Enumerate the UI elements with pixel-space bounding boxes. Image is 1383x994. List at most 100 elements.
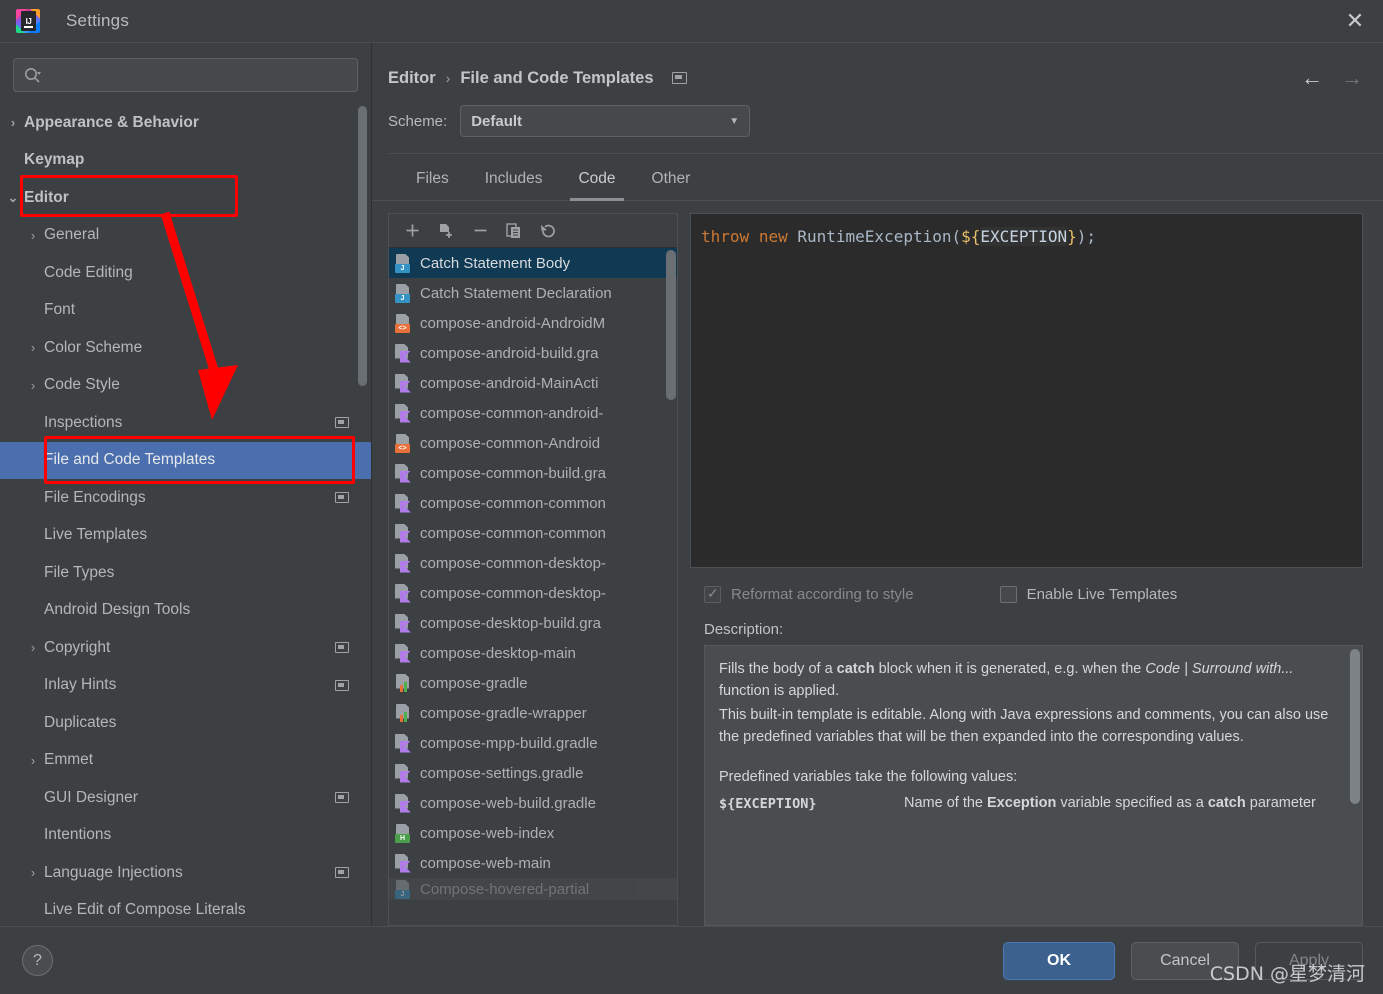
cancel-button[interactable]: Cancel xyxy=(1131,941,1239,980)
sidebar-item-android-design-tools[interactable]: ›Android Design Tools xyxy=(0,592,371,630)
description-panel[interactable]: Fills the body of a catch block when it … xyxy=(704,645,1363,926)
sidebar-item-emmet[interactable]: › Emmet xyxy=(0,742,371,780)
chevron-right-icon[interactable]: › xyxy=(22,753,44,768)
tab-other[interactable]: Other xyxy=(634,156,709,200)
template-list-item[interactable]: compose-android-build.gra xyxy=(389,338,677,368)
template-list-item-label: compose-web-main xyxy=(420,854,551,872)
template-list-panel: J Catch Statement Body J Catch Statement De… xyxy=(388,213,678,926)
template-list-item[interactable]: J Catch Statement Declaration xyxy=(389,278,677,308)
reformat-checkbox[interactable]: Reformat according to style xyxy=(704,585,914,603)
sidebar-item-font[interactable]: ›Font xyxy=(0,292,371,330)
tab-code[interactable]: Code xyxy=(560,156,633,201)
kt-file-icon xyxy=(394,463,412,483)
template-list-item[interactable]: compose-android-MainActi xyxy=(389,368,677,398)
template-list-scrollbar[interactable] xyxy=(666,250,676,400)
template-list-item[interactable]: compose-web-build.gradle xyxy=(389,788,677,818)
template-list[interactable]: J Catch Statement Body J Catch Statement De… xyxy=(389,248,677,925)
project-scope-icon xyxy=(335,867,349,879)
template-list-item[interactable]: <> compose-android-AndroidM xyxy=(389,308,677,338)
template-list-item[interactable]: compose-common-common xyxy=(389,488,677,518)
arrow-right-icon[interactable]: → xyxy=(1341,65,1363,91)
sidebar-item-intentions[interactable]: ›Intentions xyxy=(0,817,371,855)
sidebar-item-label: File Encodings xyxy=(44,488,146,506)
intellij-idea-logo-icon: IJ xyxy=(14,7,42,35)
settings-tree[interactable]: ›Appearance & Behavior›Keymap⌄Editor›Gen… xyxy=(0,102,371,926)
sidebar-item-live-edit-of-compose-literals[interactable]: ›Live Edit of Compose Literals xyxy=(0,892,371,927)
scheme-dropdown[interactable]: Default ▼ xyxy=(460,105,751,137)
help-button[interactable]: ? xyxy=(22,945,53,976)
sidebar-item-file-encodings[interactable]: ›File Encodings xyxy=(0,479,371,517)
code-token-kw: new xyxy=(758,227,788,246)
sidebar-item-label: Live Templates xyxy=(44,526,148,544)
add-icon[interactable] xyxy=(397,217,427,245)
template-list-item[interactable]: compose-common-desktop- xyxy=(389,548,677,578)
template-list-item[interactable]: J Catch Statement Body xyxy=(389,248,677,278)
template-list-item[interactable]: compose-gradle xyxy=(389,668,677,698)
sidebar-item-label: Inspections xyxy=(44,413,123,431)
sidebar-item-label: Font xyxy=(44,301,76,319)
live-templates-checkbox[interactable]: Enable Live Templates xyxy=(999,586,1177,603)
chevron-right-icon[interactable]: › xyxy=(22,640,44,655)
template-list-item[interactable]: compose-mpp-build.gradle xyxy=(389,728,677,758)
search-input[interactable] xyxy=(49,67,347,83)
template-list-item[interactable]: compose-web-main xyxy=(389,848,677,878)
sidebar-item-appearance-behavior[interactable]: › Appearance & Behavior xyxy=(0,104,371,142)
divider xyxy=(388,153,1383,154)
close-icon[interactable]: ✕ xyxy=(1327,0,1383,42)
template-list-item-label: compose-common-common xyxy=(420,494,606,512)
sidebar-item-color-scheme[interactable]: › Color Scheme xyxy=(0,329,371,367)
sidebar-item-copyright[interactable]: › Copyright xyxy=(0,629,371,667)
sidebar-item-general[interactable]: › General xyxy=(0,217,371,255)
reset-icon[interactable] xyxy=(533,217,563,245)
description-scrollbar[interactable] xyxy=(1350,649,1360,804)
sidebar-item-duplicates[interactable]: ›Duplicates xyxy=(0,704,371,742)
template-list-item[interactable]: compose-common-desktop- xyxy=(389,578,677,608)
template-list-item[interactable]: compose-settings.gradle xyxy=(389,758,677,788)
apply-button[interactable]: Apply xyxy=(1255,941,1363,980)
template-list-item[interactable]: J Compose-hovered-partial xyxy=(389,878,677,900)
tab-includes[interactable]: Includes xyxy=(467,156,561,200)
arrow-left-icon[interactable]: ← xyxy=(1301,65,1323,91)
template-code-editor[interactable]: throw new RuntimeException(${EXCEPTION})… xyxy=(690,213,1363,568)
search-box[interactable] xyxy=(13,58,358,92)
copy-template-icon[interactable] xyxy=(431,217,461,245)
sidebar-item-keymap[interactable]: ›Keymap xyxy=(0,142,371,180)
sidebar-item-label: Appearance & Behavior xyxy=(24,113,199,131)
duplicate-icon[interactable] xyxy=(499,217,529,245)
template-list-item-label: compose-mpp-build.gradle xyxy=(420,734,598,752)
sidebar-item-live-templates[interactable]: ›Live Templates xyxy=(0,517,371,555)
template-list-item[interactable]: Hcompose-web-index xyxy=(389,818,677,848)
sidebar-item-inspections[interactable]: ›Inspections xyxy=(0,404,371,442)
template-list-item[interactable]: <> compose-common-Android xyxy=(389,428,677,458)
sidebar-item-file-and-code-templates[interactable]: ›File and Code Templates xyxy=(0,441,371,479)
sidebar-item-file-types[interactable]: ›File Types xyxy=(0,554,371,592)
breadcrumb-root[interactable]: Editor xyxy=(388,69,436,88)
sidebar-item-label: File and Code Templates xyxy=(44,451,216,469)
sidebar-item-editor[interactable]: ⌄ Editor xyxy=(0,179,371,217)
remove-icon[interactable] xyxy=(465,217,495,245)
sidebar-item-code-editing[interactable]: ›Code Editing xyxy=(0,254,371,292)
template-list-item[interactable]: compose-common-common xyxy=(389,518,677,548)
sidebar-item-code-style[interactable]: › Code Style xyxy=(0,367,371,405)
template-list-item[interactable]: compose-gradle-wrapper xyxy=(389,698,677,728)
template-list-item[interactable]: compose-common-build.gra xyxy=(389,458,677,488)
sidebar-item-gui-designer[interactable]: ›GUI Designer xyxy=(0,779,371,817)
chevron-right-icon[interactable]: › xyxy=(2,115,24,130)
chevron-down-icon[interactable]: ⌄ xyxy=(2,190,24,206)
template-list-item[interactable]: compose-common-android- xyxy=(389,398,677,428)
chevron-right-icon[interactable]: › xyxy=(22,865,44,880)
chevron-right-icon[interactable]: › xyxy=(22,340,44,355)
template-list-item[interactable]: compose-desktop-main xyxy=(389,638,677,668)
tab-files[interactable]: Files xyxy=(398,156,467,200)
chevron-right-icon[interactable]: › xyxy=(22,228,44,243)
template-list-item[interactable]: compose-desktop-build.gra xyxy=(389,608,677,638)
sidebar-item-language-injections[interactable]: › Language Injections xyxy=(0,854,371,892)
var-desc-before: Name of the xyxy=(904,795,988,812)
kt-file-icon xyxy=(394,493,412,513)
template-list-toolbar xyxy=(389,214,677,248)
sidebar-item-inlay-hints[interactable]: ›Inlay Hints xyxy=(0,667,371,705)
template-list-item-label: compose-android-MainActi xyxy=(420,374,599,392)
chevron-right-icon[interactable]: › xyxy=(22,378,44,393)
ok-button[interactable]: OK xyxy=(1003,941,1115,980)
desc-p1-after: function is applied. xyxy=(719,683,840,700)
